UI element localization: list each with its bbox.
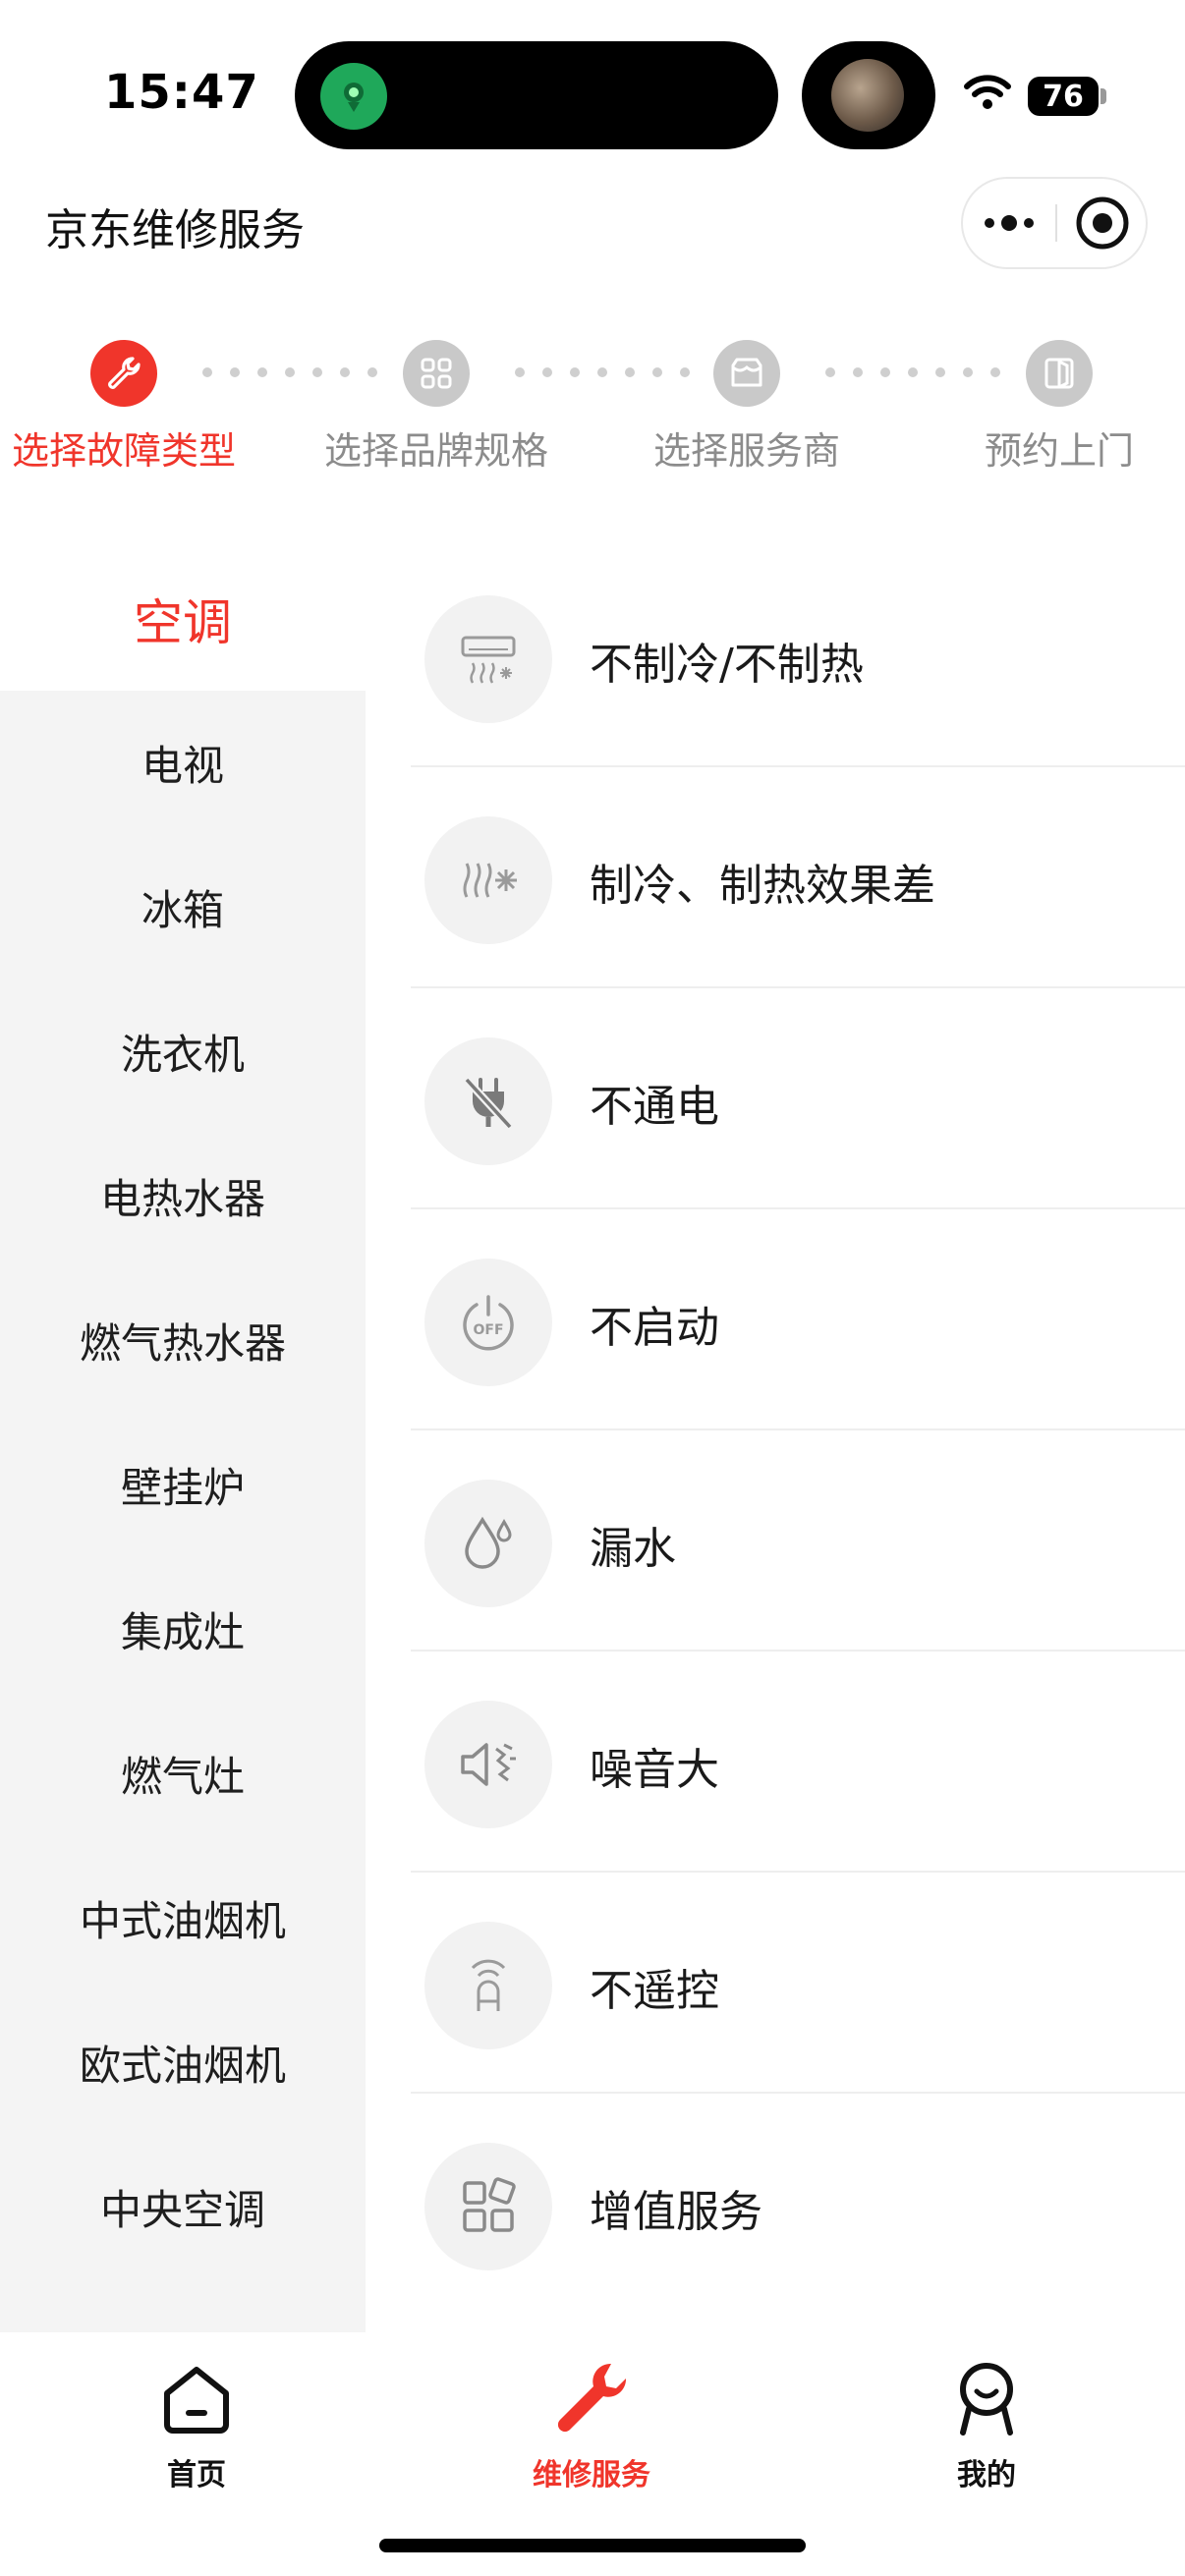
fault-item[interactable]: 不遥控 (411, 1873, 1185, 2094)
fault-label: 漏水 (590, 1524, 676, 1574)
battery-tip (1100, 88, 1106, 104)
category-item-gas-water-heater[interactable]: 燃气热水器 (0, 1268, 366, 1413)
fault-item[interactable]: 漏水 (411, 1430, 1185, 1652)
tab-label: 我的 (957, 2458, 1016, 2492)
step-select-fault: 选择故障类型 (0, 340, 252, 475)
no-power-plug-icon (424, 1037, 552, 1165)
category-item-fridge[interactable]: 冰箱 (0, 835, 366, 980)
apps-icon (424, 2143, 552, 2270)
app-activity-icon (320, 63, 387, 130)
fault-item[interactable]: 制冷、制热效果差 (411, 767, 1185, 988)
battery-indicator: 76 (1028, 77, 1099, 116)
category-item-tv[interactable]: 电视 (0, 691, 366, 835)
mini-program-capsule (961, 177, 1148, 269)
tab-home[interactable]: 首页 (69, 2352, 324, 2493)
heat-cold-icon (424, 816, 552, 944)
category-item-gas-stove[interactable]: 燃气灶 (0, 1702, 366, 1846)
fault-item[interactable]: 不通电 (411, 988, 1185, 1209)
tab-profile[interactable]: 我的 (859, 2352, 1114, 2493)
speaker-noise-icon (424, 1701, 552, 1828)
more-options-button[interactable] (963, 179, 1055, 267)
fault-label: 增值服务 (590, 2187, 762, 2237)
category-item-air-conditioner[interactable]: 空调 (0, 546, 366, 691)
step-book-visit: 预约上门 (931, 340, 1185, 475)
category-item-chinese-range-hood[interactable]: 中式油烟机 (0, 1846, 366, 1990)
svg-text:OFF: OFF (473, 1322, 503, 1338)
category-item-electric-water-heater[interactable]: 电热水器 (0, 1124, 366, 1268)
media-avatar-icon (831, 59, 904, 132)
more-dots-icon (985, 215, 1034, 231)
category-item-central-ac[interactable]: 中央空调 (0, 2135, 366, 2279)
tab-label: 首页 (167, 2458, 226, 2492)
step-select-brand: 选择品牌规格 (309, 340, 564, 475)
step-label: 选择品牌规格 (323, 429, 548, 473)
remote-control-icon (424, 1922, 552, 2049)
page-title: 京东维修服务 (45, 205, 305, 255)
fault-label: 噪音大 (590, 1745, 719, 1795)
fault-label: 不通电 (590, 1082, 719, 1132)
step-label: 预约上门 (984, 429, 1134, 473)
category-item-integrated-stove[interactable]: 集成灶 (0, 1557, 366, 1702)
profile-icon (859, 2352, 1114, 2446)
status-time: 15:47 (104, 65, 259, 120)
wifi-icon (964, 75, 1011, 109)
step-label: 选择故障类型 (11, 429, 236, 473)
water-drop-icon (424, 1480, 552, 1607)
fault-label: 制冷、制热效果差 (590, 861, 935, 911)
fault-label: 不启动 (590, 1303, 719, 1353)
fault-item[interactable]: 不制冷/不制热 (411, 546, 1185, 767)
fault-label: 不制冷/不制热 (590, 640, 864, 690)
step-select-provider: 选择服务商 (619, 340, 875, 475)
power-off-icon: OFF (424, 1259, 552, 1386)
ac-unit-icon (424, 595, 552, 723)
fault-item[interactable]: 增值服务 (411, 2094, 1185, 2315)
category-item-washer[interactable]: 洗衣机 (0, 980, 366, 1124)
fault-label: 不遥控 (590, 1966, 719, 2016)
home-icon (69, 2352, 324, 2446)
fault-item[interactable]: OFF 不启动 (411, 1209, 1185, 1430)
store-icon (713, 340, 780, 407)
tab-label: 维修服务 (533, 2458, 650, 2492)
status-bar: 15:47 76 (0, 0, 1185, 177)
category-item-european-range-hood[interactable]: 欧式油烟机 (0, 1990, 366, 2135)
home-indicator[interactable] (379, 2539, 806, 2552)
island-media (802, 41, 935, 149)
close-mini-program-button[interactable] (1057, 179, 1148, 267)
wrench-icon (464, 2352, 719, 2446)
category-item-wall-boiler[interactable]: 壁挂炉 (0, 1413, 366, 1557)
grid-icon (403, 340, 470, 407)
door-icon (1026, 340, 1093, 407)
target-close-icon (1076, 196, 1129, 250)
category-sidebar[interactable]: 空调 电视 冰箱 洗衣机 电热水器 燃气热水器 壁挂炉 集成灶 燃气灶 中式油烟… (0, 546, 366, 2332)
step-label: 选择服务商 (652, 429, 840, 473)
fault-item[interactable]: 噪音大 (411, 1652, 1185, 1873)
wrench-icon (90, 340, 157, 407)
tab-repair-service[interactable]: 维修服务 (464, 2352, 719, 2493)
dynamic-island (295, 41, 778, 149)
